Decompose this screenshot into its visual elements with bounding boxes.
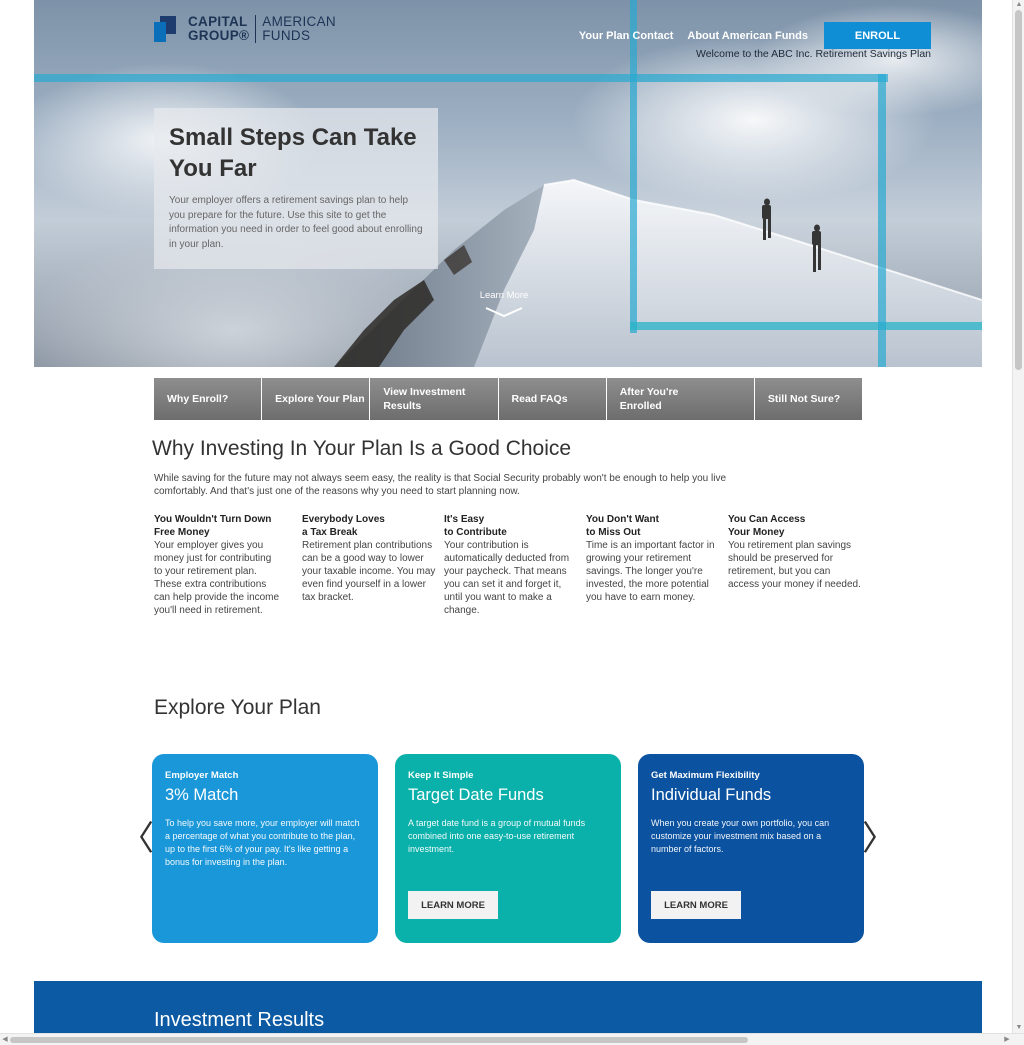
hero-subtitle: Your employer offers a retirement saving… [169, 195, 423, 250]
chevron-left-icon: 〈 [120, 820, 154, 858]
logo-text: AMERICAN [262, 14, 336, 29]
learn-more-label: Learn More [479, 290, 529, 301]
carousel-next-button[interactable]: 〉 [862, 816, 896, 862]
hero-frame-line [34, 74, 888, 82]
scroll-down-icon[interactable]: ▼ [1013, 1023, 1024, 1033]
hero-title-line: You Far [169, 155, 257, 182]
reason-heading: You Wouldn't Turn Down [154, 514, 272, 525]
card-eyebrow: Get Maximum Flexibility [651, 770, 760, 781]
reason-access-money: You Can Access Your Money You retirement… [728, 513, 864, 591]
logo-text: GROUP® [188, 28, 250, 43]
about-american-funds-link[interactable]: About American Funds [687, 30, 808, 42]
reason-easy-contribute: It's Easy to Contribute Your contributio… [444, 513, 570, 617]
reason-free-money: You Wouldn't Turn Down Free Money Your e… [154, 513, 280, 617]
reason-heading: Everybody Loves [302, 514, 385, 525]
logo-text: FUNDS [262, 28, 311, 43]
chevron-right-icon: 〉 [862, 820, 896, 858]
enroll-button[interactable]: ENROLL [824, 22, 931, 49]
tab-after-enrolled[interactable]: After You're Enrolled [606, 378, 755, 420]
hero-frame-line [878, 74, 886, 367]
scroll-right-icon[interactable]: ▶ [1002, 1034, 1012, 1045]
reason-body: You retirement plan savings should be pr… [728, 540, 861, 590]
capital-group-logo[interactable]: CAPITAL GROUP® AMERICAN FUNDS [154, 15, 336, 43]
card-eyebrow: Employer Match [165, 770, 239, 781]
logo-mark-icon [154, 15, 176, 43]
hero-title-line: Small Steps Can Take [169, 124, 417, 151]
reason-heading: to Miss Out [586, 527, 641, 538]
card-title: 3% Match [165, 786, 239, 804]
top-navigation: Your Plan Contact About American Funds E… [579, 22, 982, 49]
reasons-list: You Wouldn't Turn Down Free Money Your e… [154, 513, 874, 643]
hero-frame-line [630, 322, 982, 330]
carousel-prev-button[interactable]: 〈 [120, 816, 154, 862]
card-individual-funds: Get Maximum Flexibility Individual Funds… [638, 754, 864, 943]
card-description: When you create your own portfolio, you … [651, 818, 830, 854]
reason-heading: Your Money [728, 527, 785, 538]
why-section-title: Why Investing In Your Plan Is a Good Cho… [152, 437, 572, 460]
logo-divider [255, 15, 257, 43]
scrollbar-thumb[interactable] [10, 1037, 748, 1043]
horizontal-scrollbar[interactable]: ◀ ▶ [0, 1033, 1024, 1045]
explore-section-title: Explore Your Plan [154, 696, 321, 719]
vertical-scrollbar[interactable]: ▲ ▼ [1012, 0, 1024, 1033]
card-description: To help you save more, your employer wil… [165, 818, 360, 867]
reason-tax-break: Everybody Loves a Tax Break Retirement p… [302, 513, 438, 604]
scroll-up-icon[interactable]: ▲ [1013, 0, 1024, 10]
learn-more-button[interactable]: LEARN MORE [651, 891, 741, 919]
reason-heading: You Don't Want [586, 514, 659, 525]
card-target-date-funds: Keep It Simple Target Date Funds A targe… [395, 754, 621, 943]
reason-body: Retirement plan contributions can be a g… [302, 540, 436, 603]
hero-frame-panel [637, 82, 878, 322]
learn-more-link[interactable]: Learn More [478, 290, 530, 319]
hero-banner: CAPITAL GROUP® AMERICAN FUNDS Your Plan … [34, 0, 982, 367]
chevron-down-icon [485, 307, 523, 318]
card-eyebrow: Keep It Simple [408, 770, 474, 781]
scroll-left-icon[interactable]: ◀ [0, 1034, 10, 1045]
section-tabs: Why Enroll? Explore Your Plan View Inves… [154, 378, 863, 420]
hero-frame-line [630, 0, 637, 333]
scrollbar-thumb[interactable] [1015, 10, 1022, 370]
reason-heading: You Can Access [728, 514, 806, 525]
tab-still-not-sure[interactable]: Still Not Sure? [754, 378, 863, 420]
reason-body: Your employer gives you money just for c… [154, 540, 280, 616]
reason-heading: It's Easy [444, 514, 485, 525]
card-title: Target Date Funds [408, 786, 544, 804]
reason-miss-out: You Don't Want to Miss Out Time is an im… [586, 513, 720, 604]
reason-heading: Free Money [154, 527, 210, 538]
tab-read-faqs[interactable]: Read FAQs [498, 378, 607, 420]
tab-view-investment-results[interactable]: View Investment Results [370, 378, 499, 420]
logo-text: CAPITAL [188, 14, 248, 29]
card-employer-match: Employer Match 3% Match To help you save… [152, 754, 378, 943]
results-section-title: Investment Results [154, 1009, 325, 1031]
card-title: Individual Funds [651, 786, 772, 804]
plan-contact-link[interactable]: Your Plan Contact [579, 30, 674, 42]
learn-more-button[interactable]: LEARN MORE [408, 891, 498, 919]
reason-heading: to Contribute [444, 527, 507, 538]
reason-body: Time is an important factor in growing y… [586, 540, 715, 603]
card-description: A target date fund is a group of mutual … [408, 818, 586, 854]
tab-explore-your-plan[interactable]: Explore Your Plan [262, 378, 371, 420]
hero-title: Small Steps Can Take You Far [169, 122, 423, 184]
investment-results-section: Investment Results [34, 981, 982, 1033]
reason-body: Your contribution is automatically deduc… [444, 540, 570, 616]
hero-text-box: Small Steps Can Take You Far Your employ… [154, 108, 438, 269]
tab-why-enroll[interactable]: Why Enroll? [154, 378, 263, 420]
welcome-message: Welcome to the ABC Inc. Retirement Savin… [696, 48, 931, 60]
reason-heading: a Tax Break [302, 527, 358, 538]
why-section-intro: While saving for the future may not alwa… [154, 473, 727, 497]
